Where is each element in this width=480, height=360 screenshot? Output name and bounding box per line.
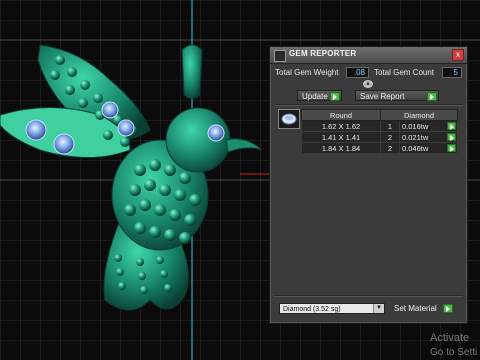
activation-watermark-subtitle: Go to Setti xyxy=(430,347,478,358)
gem-weight-cell: 0.021tw xyxy=(399,131,458,143)
panel-title: GEM REPORTER xyxy=(289,49,357,58)
table-row[interactable]: 1.62 X 1.62 1 0.016tw xyxy=(301,120,458,132)
gem-weight-cell: 0.046tw xyxy=(399,142,458,154)
divider xyxy=(274,104,463,106)
update-button[interactable]: Update xyxy=(297,90,342,101)
save-report-button[interactable]: Save Report xyxy=(355,90,439,101)
gem-reporter-panel: GEM REPORTER x Total Gem Weight .08 Tota… xyxy=(269,46,468,324)
gem-weight-value: 0.016tw xyxy=(402,121,429,131)
total-gem-weight-value: .08 xyxy=(346,67,369,78)
gem-size-cell: 1.62 X 1.62 xyxy=(301,120,381,132)
column-header-diamond: Diamond xyxy=(380,109,458,121)
round-gem-icon[interactable] xyxy=(278,109,300,129)
activation-watermark-title: Activate xyxy=(430,332,470,344)
play-arrow-icon xyxy=(427,92,437,101)
play-arrow-icon xyxy=(443,304,453,313)
play-arrow-icon[interactable] xyxy=(447,144,456,152)
chevron-down-icon: ▼ xyxy=(373,304,384,313)
total-gem-count-label: Total Gem Count xyxy=(374,68,435,77)
chevron-up-icon[interactable]: ▲ xyxy=(363,80,373,88)
gem-size-cell: 1.41 X 1.41 xyxy=(301,131,381,143)
gem-count-cell: 2 xyxy=(380,131,400,143)
update-button-label: Update xyxy=(302,92,328,101)
divider xyxy=(274,295,463,297)
material-select[interactable]: Diamond (3.52 sg) ▼ xyxy=(279,303,385,314)
set-material-button[interactable]: Set Material xyxy=(390,303,454,314)
gem-size-cell: 1.84 X 1.84 xyxy=(301,142,381,154)
play-arrow-icon[interactable] xyxy=(447,122,456,130)
gem-count-cell: 1 xyxy=(380,120,400,132)
close-button[interactable]: x xyxy=(452,49,464,61)
column-header-round: Round xyxy=(301,109,381,121)
gem-table: Round Diamond 1.62 X 1.62 1 0.016tw 1.41… xyxy=(301,109,458,154)
gem-weight-cell: 0.016tw xyxy=(399,120,458,132)
total-gem-weight-label: Total Gem Weight xyxy=(275,68,339,77)
table-row[interactable]: 1.84 X 1.84 2 0.046tw xyxy=(301,142,458,154)
play-arrow-icon xyxy=(330,92,340,101)
material-select-value: Diamond (3.52 sg) xyxy=(283,306,341,313)
gem-count-cell: 2 xyxy=(380,142,400,154)
table-header-row: Round Diamond xyxy=(301,109,458,121)
save-report-button-label: Save Report xyxy=(360,92,405,101)
panel-titlebar[interactable]: GEM REPORTER x xyxy=(270,47,467,64)
app-icon xyxy=(274,50,286,62)
table-row[interactable]: 1.41 X 1.41 2 0.021tw xyxy=(301,131,458,143)
gem-weight-value: 0.021tw xyxy=(402,132,429,142)
play-arrow-icon[interactable] xyxy=(447,133,456,141)
gem-weight-value: 0.046tw xyxy=(402,143,429,153)
set-material-button-label: Set Material xyxy=(394,304,437,313)
total-gem-count-value: 5 xyxy=(442,67,462,78)
